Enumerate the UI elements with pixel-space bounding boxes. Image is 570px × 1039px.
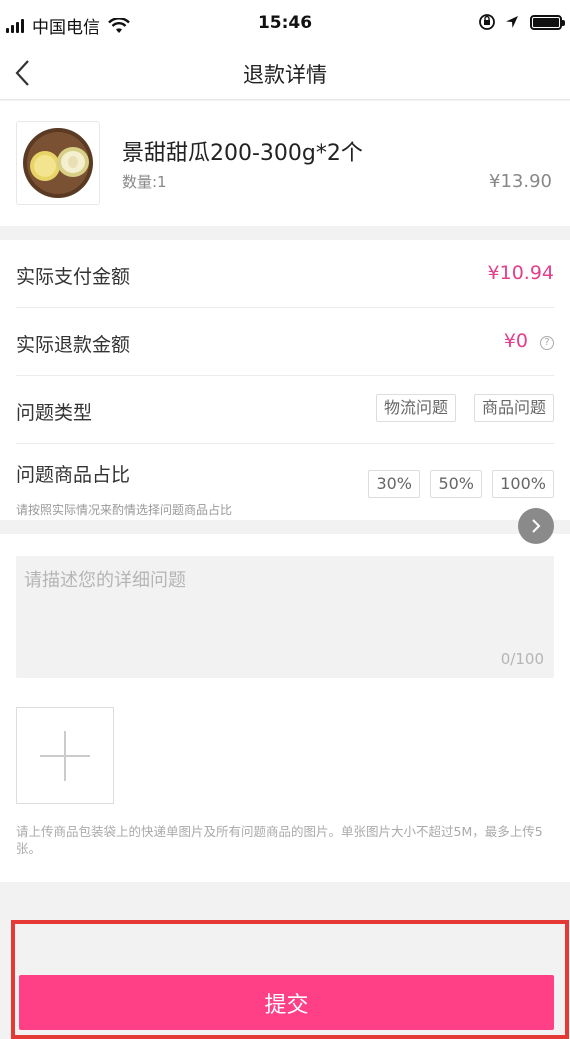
refund-amount-value: ¥0 bbox=[503, 330, 528, 352]
refund-amount-label: 实际退款金额 bbox=[16, 334, 131, 356]
description-input[interactable]: 请描述您的详细问题 0/100 bbox=[16, 556, 554, 678]
location-icon bbox=[506, 16, 518, 28]
rotation-lock-icon bbox=[479, 14, 495, 30]
chevron-right-icon bbox=[532, 519, 541, 533]
floating-next-button[interactable] bbox=[518, 508, 554, 544]
submit-button[interactable]: 提交 bbox=[19, 975, 554, 1030]
melon-image bbox=[23, 128, 93, 198]
product-name: 景甜甜瓜200-300g*2个 bbox=[122, 141, 363, 166]
issue-type-product-chip[interactable]: 商品问题 bbox=[473, 394, 554, 422]
issue-type-label: 问题类型 bbox=[16, 402, 93, 424]
refund-amount-row: 实际退款金额 ¥0? bbox=[16, 308, 554, 376]
ratio-100-chip[interactable]: 100% bbox=[492, 470, 554, 498]
ratio-30-chip[interactable]: 30% bbox=[368, 470, 420, 498]
issue-ratio-hint: 请按照实际情况来酌情选择问题商品占比 bbox=[16, 503, 233, 517]
description-counter: 0/100 bbox=[500, 650, 544, 668]
product-price: ¥13.90 bbox=[489, 171, 552, 192]
issue-type-row: 问题类型 物流问题 商品问题 bbox=[16, 376, 554, 444]
refund-info-panel: 实际支付金额 ¥10.94 实际退款金额 ¥0? 问题类型 物流问题 商品问题 … bbox=[0, 240, 570, 520]
page-title: 退款详情 bbox=[243, 63, 327, 87]
paid-amount-row: 实际支付金额 ¥10.94 bbox=[16, 240, 554, 308]
status-right bbox=[478, 13, 565, 31]
description-section: 请描述您的详细问题 0/100 请上传商品包装袋上的快递单图片及所有问题商品的图… bbox=[0, 534, 570, 882]
status-bar: 中国电信 15:46 bbox=[0, 0, 570, 46]
help-icon[interactable]: ? bbox=[540, 336, 554, 350]
ratio-50-chip[interactable]: 50% bbox=[430, 470, 482, 498]
paid-amount-value: ¥10.94 bbox=[487, 262, 554, 284]
plus-icon bbox=[40, 730, 90, 781]
product-card[interactable]: 景甜甜瓜200-300g*2个 数量:1 ¥13.90 bbox=[0, 101, 570, 226]
issue-ratio-row: 问题商品占比 请按照实际情况来酌情选择问题商品占比 30% 50% 100% bbox=[16, 444, 554, 520]
product-thumbnail bbox=[16, 121, 100, 205]
issue-ratio-label: 问题商品占比 bbox=[16, 464, 131, 486]
description-placeholder: 请描述您的详细问题 bbox=[24, 570, 186, 591]
upload-image-button[interactable] bbox=[16, 707, 114, 804]
product-quantity: 数量:1 bbox=[122, 173, 167, 191]
upload-hint: 请上传商品包装袋上的快递单图片及所有问题商品的图片。单张图片大小不超过5M，最多… bbox=[16, 824, 543, 856]
issue-type-logistics-chip[interactable]: 物流问题 bbox=[375, 394, 456, 422]
refund-amount-value-wrap: ¥0? bbox=[504, 330, 554, 352]
battery-icon bbox=[530, 14, 565, 30]
paid-amount-label: 实际支付金额 bbox=[16, 266, 131, 288]
nav-bar: 退款详情 bbox=[0, 46, 570, 100]
